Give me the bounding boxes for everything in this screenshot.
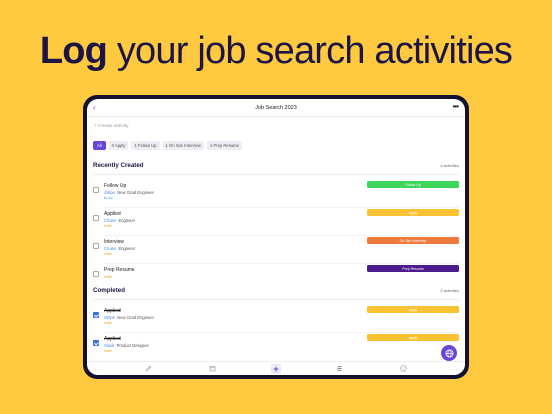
- section-title: Recently Created: [93, 162, 144, 169]
- item-title: Applied: [104, 308, 121, 314]
- divider: [93, 174, 459, 175]
- section-count: 4 activities: [440, 163, 459, 168]
- more-dots-icon[interactable]: •••: [453, 102, 459, 111]
- item-tag: to-fol: [104, 196, 113, 200]
- list-item[interactable]: Applied Chase Engineer indie apply: [93, 209, 459, 236]
- row-separator: [104, 235, 459, 236]
- item-subtitle: Stripe New Grad Engineer: [104, 315, 154, 320]
- item-company: Slack: [104, 343, 115, 348]
- checkbox[interactable]: [93, 187, 99, 193]
- item-role: New Grad Engineer: [117, 190, 155, 195]
- filter-chip-prep-resume[interactable]: 1 Prep Resume: [206, 141, 242, 150]
- status-badge: Prep Resume: [367, 265, 459, 272]
- item-role: Engineer: [118, 218, 136, 223]
- status-badge: Follow Up: [367, 181, 459, 188]
- globe-icon[interactable]: [441, 345, 457, 361]
- item-company: Chase: [104, 218, 117, 223]
- item-tag: indie: [104, 349, 113, 353]
- headline-bold: Log: [39, 30, 108, 72]
- recently-created-header: Recently Created 4 activities: [93, 162, 459, 169]
- top-bar: ‹ Job Search 2023 •••: [87, 99, 465, 117]
- filter-chip-all[interactable]: All: [93, 141, 106, 150]
- item-title: Applied: [104, 336, 121, 342]
- item-tag: indie: [104, 224, 113, 228]
- status-badge: On Site Interview: [367, 237, 459, 244]
- checkbox-checked[interactable]: [93, 312, 99, 318]
- item-company: Stripe: [104, 315, 115, 320]
- headline-rest: your job search activities: [116, 30, 513, 72]
- tab-bar: + ?: [87, 361, 465, 375]
- back-chevron-icon[interactable]: ‹: [93, 103, 96, 112]
- item-tag: indie: [104, 321, 113, 325]
- create-activity-link[interactable]: + Create activity: [94, 124, 129, 129]
- completed-header: Completed 2 activities: [93, 287, 459, 294]
- list-item[interactable]: Interview Cruise Engineer indie On Site …: [93, 237, 459, 264]
- filter-chip-apply[interactable]: 0 Apply: [108, 141, 129, 150]
- row-separator: [104, 207, 459, 208]
- item-subtitle: Chase Engineer: [104, 218, 135, 223]
- item-company: Stripe: [104, 190, 115, 195]
- list-item[interactable]: Applied Slack Product Designer indie app…: [93, 334, 459, 361]
- item-subtitle: Stripe New Grad Engineer: [104, 190, 154, 195]
- row-separator: [104, 332, 459, 333]
- item-role: Engineer: [118, 246, 136, 251]
- help-icon[interactable]: ?: [398, 364, 408, 374]
- headline: Log your job search activities: [0, 30, 552, 73]
- section-title: Completed: [93, 287, 125, 294]
- checkbox-checked[interactable]: [93, 340, 99, 346]
- item-subtitle: Cruise Engineer: [104, 246, 135, 251]
- pencil-icon[interactable]: [144, 364, 154, 374]
- list-item[interactable]: Applied Stripe New Grad Engineer indie a…: [93, 306, 459, 333]
- item-tag: indie: [104, 252, 113, 256]
- status-badge: apply: [367, 306, 459, 313]
- checkbox[interactable]: [93, 243, 99, 249]
- status-badge: apply: [367, 209, 459, 216]
- section-count: 2 activities: [440, 288, 459, 293]
- item-title: Prep Resume: [104, 267, 135, 273]
- calendar-icon[interactable]: [207, 364, 217, 374]
- divider: [93, 299, 459, 300]
- svg-text:?: ?: [402, 367, 404, 371]
- filter-chip-on-site-interview[interactable]: 1 On Site Interview: [162, 141, 204, 150]
- filter-chip-follow-up[interactable]: 1 Follow Up: [131, 141, 160, 150]
- item-tag: indie: [104, 275, 113, 279]
- item-role: Product Designer: [116, 343, 149, 348]
- list-icon[interactable]: [335, 364, 345, 374]
- item-title: Follow Up: [104, 183, 127, 189]
- item-company: Cruise: [104, 246, 117, 251]
- checkbox[interactable]: [93, 215, 99, 221]
- item-role: New Grad Engineer: [117, 315, 155, 320]
- item-title: Applied: [104, 211, 121, 217]
- tablet-frame: ‹ Job Search 2023 ••• + Create activity …: [83, 95, 469, 379]
- page-title: Job Search 2023: [255, 104, 297, 111]
- filter-chips: All 0 Apply 1 Follow Up 1 On Site Interv…: [93, 141, 242, 150]
- item-title: Interview: [104, 239, 125, 245]
- item-subtitle: Slack Product Designer: [104, 343, 149, 348]
- checkbox[interactable]: [93, 271, 99, 277]
- status-badge: apply: [367, 334, 459, 341]
- plus-icon[interactable]: +: [270, 363, 281, 374]
- app-screen: ‹ Job Search 2023 ••• + Create activity …: [87, 99, 465, 375]
- list-item[interactable]: Follow Up Stripe New Grad Engineer to-fo…: [93, 181, 459, 208]
- row-separator: [104, 263, 459, 264]
